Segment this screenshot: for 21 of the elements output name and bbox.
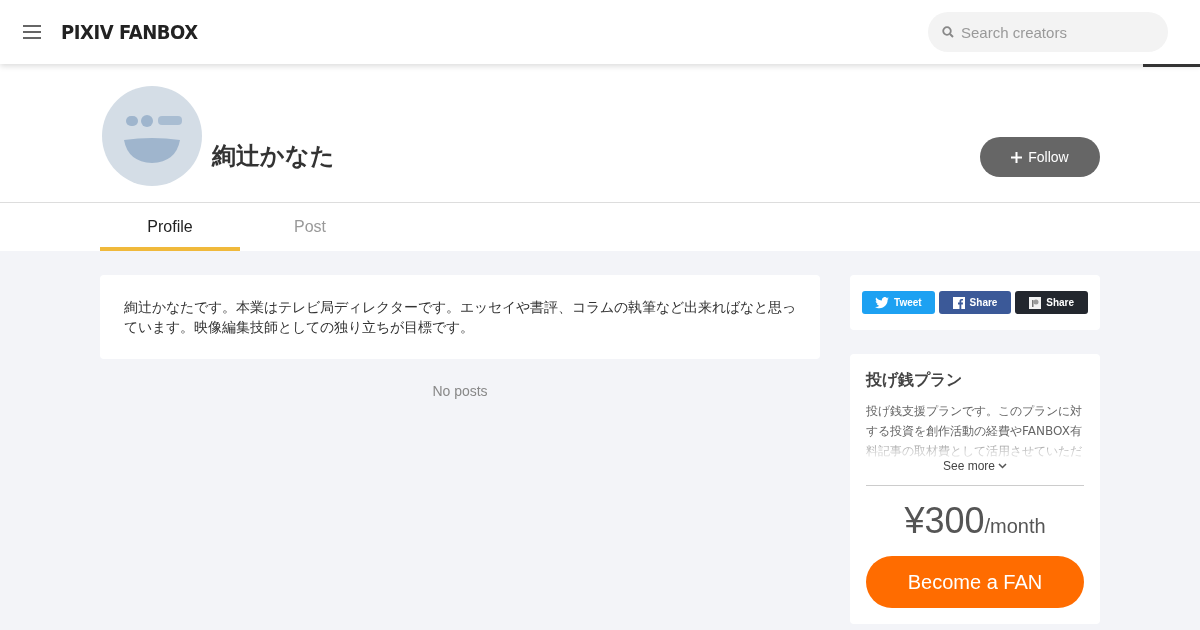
share-button[interactable]: Share [938, 291, 1012, 314]
bio-text: 絢辻かなたです。本業はテレビ局ディレクターです。エッセイや書評、コラムの執筆など出来ればなと思っています。映像編集技師としての独り立ちが目標です。 [124, 298, 796, 337]
search-field[interactable]: Search creators [928, 12, 1168, 52]
empty-message: No posts [431, 383, 489, 399]
plan-description: 投げ銭支援プランです。このプランに対する投資を創作活動の経費やFANBOX有料記事の取材費として活用させていただ [866, 403, 1083, 460]
menu-icon[interactable] [23, 25, 41, 39]
facebook-icon [952, 296, 965, 309]
share-button[interactable]: Share [1015, 291, 1088, 314]
plus-icon [1011, 151, 1023, 163]
pixiv-icon [1029, 296, 1042, 309]
tab[interactable]: Profile [100, 203, 240, 251]
logo[interactable]: PIXIV FANBOX [61, 20, 198, 44]
chevron-down-icon [998, 463, 1007, 469]
plan-title: 投げ銭プラン [866, 370, 963, 391]
header-accent-bar [1143, 64, 1200, 67]
bird-icon [875, 296, 890, 309]
creator-name: 絢辻かなた [212, 141, 336, 172]
price-period: /month [984, 515, 1046, 538]
see-more-link[interactable]: See more [943, 459, 1007, 473]
follow-button[interactable]: Follow [980, 137, 1100, 177]
price: ¥300 [904, 500, 985, 542]
